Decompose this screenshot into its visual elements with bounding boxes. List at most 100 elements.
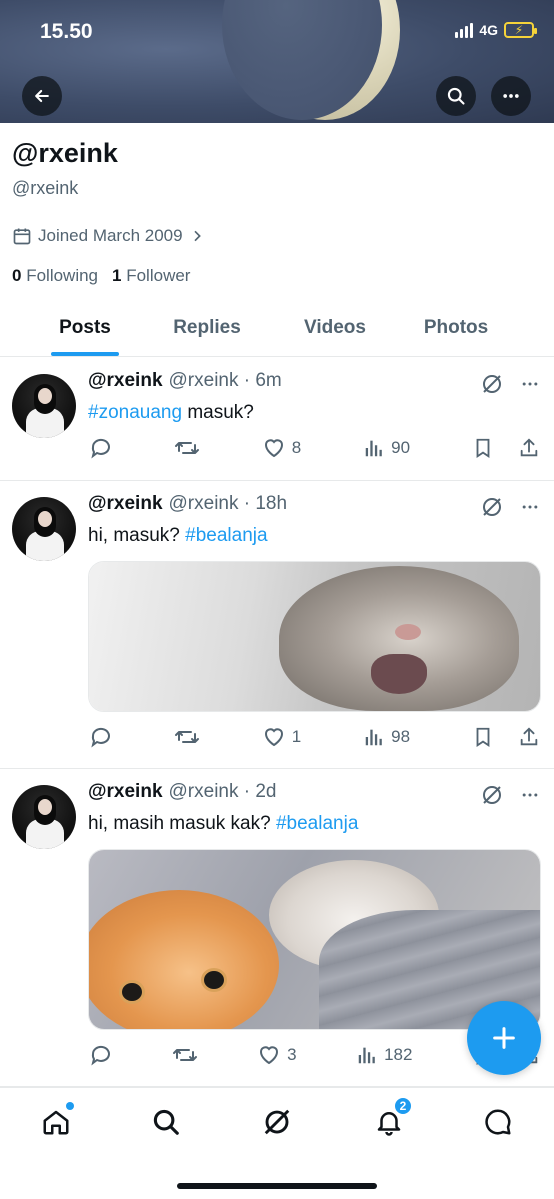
post-image[interactable] (88, 561, 541, 712)
post-text: hi, masih masuk kak? #bealanja (88, 813, 358, 835)
views-icon (358, 1047, 375, 1064)
sleeping-kitten-image (89, 562, 540, 711)
status-icons: 4G ⚡ (455, 22, 537, 38)
followers-link[interactable]: 1 Follower (112, 266, 190, 286)
post-text-before: hi, masuk? (88, 525, 186, 546)
post-header: @rxeink @rxeink · 6m (88, 370, 282, 392)
back-button[interactable] (22, 76, 62, 116)
back-arrow-icon (35, 89, 49, 103)
post-text-before: hi, masih masuk kak? (88, 813, 276, 834)
following-link[interactable]: 0 Following (12, 266, 98, 286)
post-author-name[interactable]: @rxeink (88, 781, 163, 803)
nav-home[interactable] (36, 1102, 76, 1142)
tab-videos-label: Videos (304, 317, 366, 338)
tab-posts[interactable]: Posts (0, 300, 170, 356)
post-header: @rxeink @rxeink · 2d (88, 781, 277, 803)
post-author-name[interactable]: @rxeink (88, 493, 163, 515)
heart-icon (264, 728, 283, 747)
tab-posts-label: Posts (59, 317, 111, 338)
profile-banner[interactable]: 15.50 4G ⚡ (0, 0, 554, 123)
more-horizontal-icon[interactable] (520, 374, 540, 394)
post-meta: @rxeink · 2d (168, 781, 277, 802)
tab-videos[interactable]: Videos (244, 300, 426, 356)
more-horizontal-icon[interactable] (520, 785, 540, 805)
nav-grok[interactable] (257, 1102, 297, 1142)
post-item[interactable]: @rxeink @rxeink · 6m #zonauang masuk? 8 … (0, 358, 554, 481)
like-count: 8 (291, 438, 302, 457)
compose-post-button[interactable] (467, 1001, 541, 1075)
post-item[interactable]: @rxeink @rxeink · 18h hi, masuk? #bealan… (0, 481, 554, 769)
post-author-name[interactable]: @rxeink (88, 370, 163, 392)
status-time: 15.50 (40, 20, 93, 43)
active-tab-indicator (51, 352, 119, 356)
tab-photos[interactable]: Photos (424, 300, 488, 356)
joined-date[interactable]: Joined March 2009 (12, 226, 205, 246)
post-image[interactable] (88, 849, 541, 1030)
profile-tabs: Posts Replies Videos Photos (0, 300, 554, 357)
post-actions: 1 98 (88, 725, 540, 749)
signal-icon (455, 22, 474, 38)
profile-screen: 15.50 4G ⚡ @rxeink @rxeink Joined March … (0, 0, 554, 1199)
repost-icon (174, 731, 199, 743)
post-top-actions (480, 495, 540, 519)
bottom-navigation: 2 (0, 1087, 554, 1199)
share-icon[interactable] (518, 726, 540, 748)
avatar[interactable] (12, 785, 76, 849)
grok-icon (264, 1109, 290, 1135)
post-hashtag[interactable]: #bealanja (276, 813, 358, 834)
profile-display-name: @rxeink (12, 138, 118, 168)
chevron-right-icon (194, 230, 201, 242)
reply-button[interactable] (88, 436, 112, 460)
views-count: 182 (384, 1045, 413, 1064)
like-button[interactable]: 1 (262, 725, 301, 749)
post-meta: @rxeink · 6m (168, 370, 282, 391)
views-count: 90 (391, 438, 411, 457)
nav-notifications[interactable]: 2 (369, 1096, 413, 1142)
repost-button[interactable] (174, 725, 200, 749)
like-button[interactable]: 8 (262, 436, 301, 460)
reply-button[interactable] (88, 725, 112, 749)
heart-icon (264, 439, 283, 458)
post-hashtag[interactable]: #bealanja (185, 525, 267, 546)
more-options-button[interactable] (491, 76, 531, 116)
views-button[interactable]: 182 (356, 1044, 412, 1066)
home-icon (43, 1110, 69, 1135)
followers-label: Follower (126, 266, 191, 285)
avatar[interactable] (12, 497, 76, 561)
tab-replies[interactable]: Replies (170, 300, 244, 356)
bookmark-icon[interactable] (472, 437, 494, 459)
following-count: 0 (12, 266, 22, 285)
bookmark-icon[interactable] (472, 726, 494, 748)
avatar[interactable] (12, 374, 76, 438)
repost-icon (174, 442, 199, 454)
reply-button[interactable] (88, 1043, 112, 1067)
views-icon (365, 729, 382, 746)
repost-button[interactable] (172, 1043, 198, 1067)
views-button[interactable]: 90 (363, 437, 410, 459)
grok-icon[interactable] (480, 783, 504, 807)
search-icon (153, 1109, 179, 1135)
post-hashtag[interactable]: #zonauang (88, 402, 182, 423)
grok-icon[interactable] (480, 372, 504, 396)
nav-search[interactable] (146, 1102, 186, 1142)
more-horizontal-icon[interactable] (520, 497, 540, 517)
nav-messages[interactable] (478, 1102, 518, 1142)
more-horizontal-icon (503, 94, 519, 98)
post-header: @rxeink @rxeink · 18h (88, 493, 287, 515)
repost-icon (172, 1049, 197, 1061)
cuddling-cats-image (89, 850, 540, 1029)
calendar-icon (13, 228, 31, 245)
search-icon (447, 87, 465, 105)
views-button[interactable]: 98 (363, 726, 410, 748)
share-icon[interactable] (518, 437, 540, 459)
post-meta: @rxeink · 18h (168, 493, 288, 514)
post-text: #zonauang masuk? (88, 402, 254, 424)
battery-icon: ⚡ (504, 22, 537, 38)
like-button[interactable]: 3 (257, 1043, 297, 1067)
home-indicator (177, 1183, 377, 1189)
following-label: Following (26, 266, 99, 285)
followers-count: 1 (112, 266, 122, 285)
repost-button[interactable] (174, 436, 200, 460)
search-button[interactable] (436, 76, 476, 116)
grok-icon[interactable] (480, 495, 504, 519)
